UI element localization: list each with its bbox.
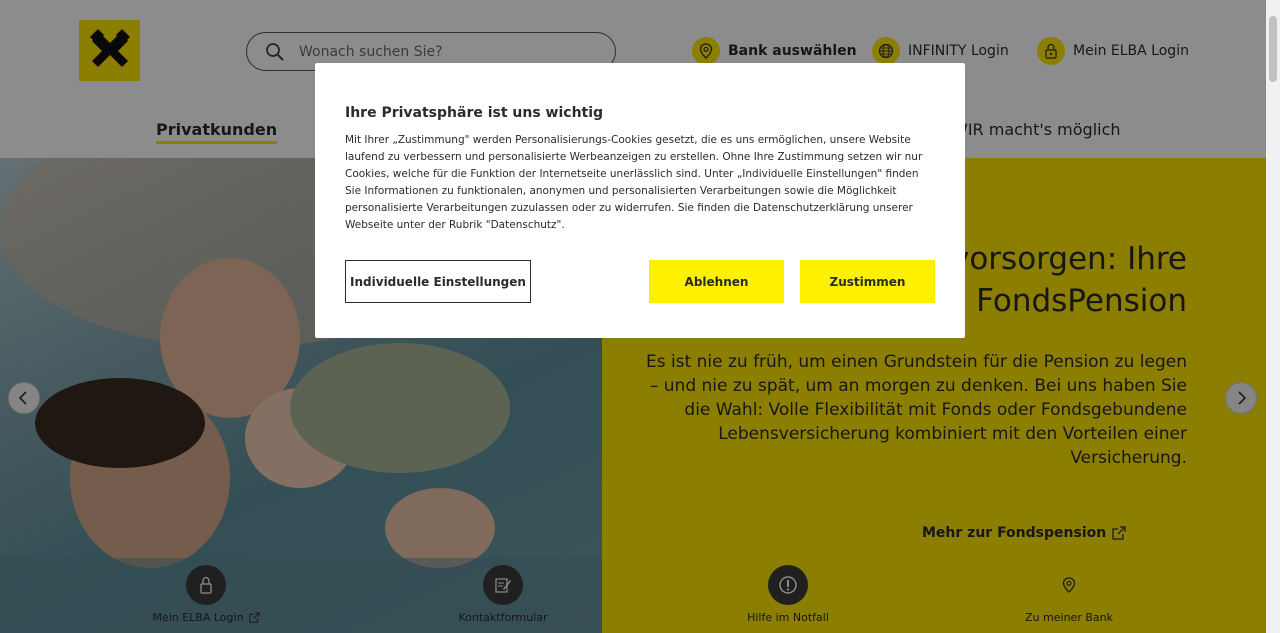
individual-settings-button[interactable]: Individuelle Einstellungen	[345, 260, 531, 303]
cookie-consent-dialog: Ihre Privatsphäre ist uns wichtig Mit Ih…	[315, 63, 965, 338]
cookie-dialog-title: Ihre Privatsphäre ist uns wichtig	[345, 105, 604, 121]
accept-button[interactable]: Zustimmen	[800, 260, 935, 303]
cookie-dialog-text: Mit Ihrer „Zustimmung" werden Personalis…	[345, 134, 923, 231]
scrollbar-thumb[interactable]	[1269, 16, 1277, 82]
reject-button[interactable]: Ablehnen	[649, 260, 784, 303]
page-scrollbar[interactable]	[1266, 0, 1280, 633]
